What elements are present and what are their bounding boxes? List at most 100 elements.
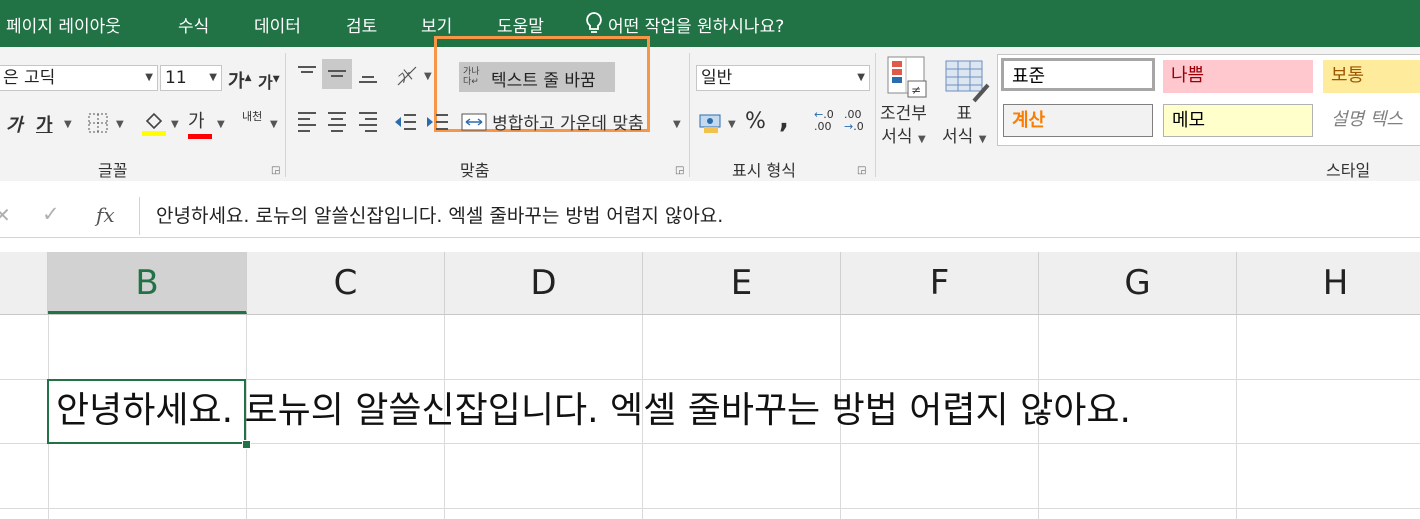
style-note[interactable]: 메모 (1163, 104, 1313, 137)
style-normal[interactable]: 표준 (1001, 58, 1155, 91)
merge-center-button[interactable]: 병합하고 가운데 맞춤 (461, 109, 644, 134)
align-bottom-button[interactable] (357, 63, 379, 91)
borders-button[interactable] (86, 111, 110, 139)
font-color-label: 가 (188, 111, 205, 132)
currency-icon (699, 114, 721, 133)
increase-indent-icon (427, 114, 448, 130)
align-right-button[interactable] (357, 109, 379, 137)
grow-font-label: 가 (228, 71, 245, 92)
fill-handle[interactable] (242, 440, 251, 449)
align-left-icon (298, 112, 316, 132)
grow-font-button[interactable]: 가▲ (228, 67, 251, 93)
number-group-label: 표시 형식 (732, 161, 796, 180)
style-explanatory[interactable]: 설명 텍스 (1323, 104, 1420, 137)
fill-color-button[interactable] (141, 109, 167, 141)
menu-page-layout[interactable]: 페이지 레이아웃 (6, 12, 121, 37)
dialog-launcher-icon[interactable]: ◲ (675, 165, 684, 176)
align-top-icon (298, 66, 316, 73)
chevron-down-icon[interactable]: ▼ (116, 119, 124, 130)
column-header-b[interactable]: B (48, 252, 247, 314)
accounting-format-button[interactable] (698, 111, 724, 139)
menu-formulas[interactable]: 수식 (178, 12, 209, 37)
check-icon[interactable]: ✓ (42, 202, 60, 226)
menu-review[interactable]: 검토 (346, 12, 377, 37)
insert-function-icon[interactable]: fx (96, 203, 115, 227)
chevron-down-icon[interactable]: ▼ (270, 119, 278, 130)
align-center-button[interactable] (326, 109, 348, 137)
percent-button[interactable]: % (745, 109, 766, 134)
alignment-group-label: 맞춤 (460, 161, 490, 180)
menu-help[interactable]: 도움말 (497, 12, 544, 37)
increase-decimal-button[interactable]: ←.0.00 (814, 109, 834, 133)
format-as-table-icon (944, 57, 990, 107)
column-header-c[interactable]: C (247, 252, 445, 314)
menu-view[interactable]: 보기 (421, 12, 452, 37)
chevron-down-icon[interactable]: ▼ (728, 119, 736, 130)
style-bad[interactable]: 나쁨 (1163, 60, 1313, 93)
chevron-down-icon[interactable]: ▼ (424, 71, 432, 82)
format-as-table-button[interactable]: 표 서식 ▼ (942, 103, 986, 151)
align-middle-button[interactable] (322, 59, 352, 89)
style-neutral[interactable]: 보통 (1323, 60, 1420, 93)
align-top-button[interactable] (296, 63, 318, 87)
decrease-decimal-button[interactable]: .00 →.0 (844, 109, 864, 133)
cancel-icon[interactable]: ✕ (0, 203, 11, 227)
column-header-g[interactable]: G (1039, 252, 1237, 314)
font-size-combo[interactable]: 11 ▼ (160, 65, 222, 91)
column-header-f[interactable]: F (841, 252, 1039, 314)
italic-button[interactable]: 가 (6, 111, 23, 137)
shrink-font-button[interactable]: 가▼ (258, 69, 280, 93)
menu-data[interactable]: 데이터 (254, 12, 301, 37)
style-explanatory-label: 설명 텍스 (1331, 109, 1403, 130)
font-name-combo[interactable]: 은 고딕 ▼ (0, 65, 158, 91)
chevron-down-icon: ▼ (857, 72, 865, 83)
divider (285, 53, 286, 177)
increase-decimal-label: .00 (814, 120, 832, 133)
increase-indent-button[interactable] (424, 109, 450, 137)
align-left-button[interactable] (296, 109, 318, 137)
style-note-label: 메모 (1172, 110, 1206, 131)
decrease-indent-button[interactable] (392, 109, 418, 137)
column-header-e[interactable]: E (643, 252, 841, 314)
tell-me-search[interactable]: 어떤 작업을 원하시나요? (608, 12, 784, 37)
comma-button[interactable]: , (779, 105, 789, 135)
underline-button[interactable]: 가 (36, 111, 53, 137)
decrease-indent-icon (395, 114, 416, 130)
divider (689, 53, 690, 177)
decrease-decimal-label: .0 (853, 120, 864, 133)
dialog-launcher-icon[interactable]: ◲ (857, 165, 866, 176)
ribbon: 은 고딕 ▼ 11 ▼ 가▲ 가▼ 가 가 ▼ ▼ ▼ 가 ▼ 내천 ▼ 글꼴 … (0, 36, 1420, 182)
divider (875, 53, 876, 177)
conditional-formatting-button[interactable]: 조건부 서식 ▼ (880, 103, 927, 151)
conditional-formatting-label: 조건부 (880, 104, 927, 124)
chevron-down-icon[interactable]: ▼ (171, 119, 179, 130)
column-header-d[interactable]: D (445, 252, 643, 314)
grid-line (1236, 315, 1237, 519)
conditional-formatting-icon: ≠ (886, 55, 930, 105)
border-grid-icon (88, 113, 108, 133)
chevron-down-icon[interactable]: ▼ (64, 119, 72, 130)
phonetic-button[interactable]: 내천 (242, 111, 264, 123)
chevron-down-icon: ▼ (917, 134, 926, 145)
styles-group-label: 스타일 (1326, 161, 1371, 180)
style-calculation[interactable]: 계산 (1003, 104, 1153, 137)
chevron-down-icon: ▼ (978, 134, 987, 145)
chevron-down-icon: ▼ (209, 72, 217, 83)
number-format-combo[interactable]: 일반 ▼ (696, 65, 870, 91)
shrink-font-label: 가 (258, 73, 273, 92)
orientation-button[interactable]: 가 (394, 63, 420, 91)
format-as-table-label: 표 (956, 104, 973, 124)
font-color-button[interactable]: 가 (188, 107, 212, 139)
style-neutral-label: 보통 (1331, 65, 1365, 86)
lightbulb-icon (584, 11, 604, 39)
column-header-a[interactable] (0, 252, 48, 314)
font-color-swatch (188, 134, 212, 139)
column-header-row: B C D E F G H (0, 252, 1420, 315)
formula-input[interactable]: 안녕하세요. 로뉴의 알쓸신잡입니다. 엑셀 줄바꾸는 방법 어렵지 않아요. (139, 197, 1420, 235)
number-format-value: 일반 (701, 68, 733, 88)
chevron-down-icon[interactable]: ▼ (217, 119, 225, 130)
dialog-launcher-icon[interactable]: ◲ (271, 165, 280, 176)
align-right-icon (359, 112, 377, 132)
column-header-h[interactable]: H (1237, 252, 1420, 314)
chevron-down-icon[interactable]: ▼ (673, 119, 681, 130)
